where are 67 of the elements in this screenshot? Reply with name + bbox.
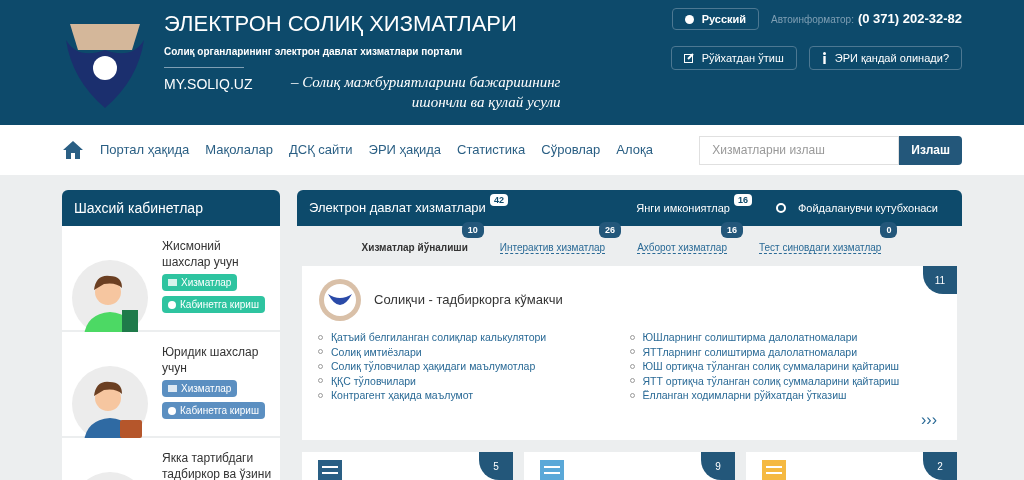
bullet-icon [629,392,635,398]
site-tagline: – Солиқ мажбуриятларини бажаришнинг ишончли ва қулай усули [289,73,561,112]
bullet-icon [318,349,323,355]
site-subtitle: Солиқ органларининг электрон давлат хизматлари портали [164,45,464,59]
count-badge: 9 [701,452,735,480]
count-badge: 2 [923,452,957,480]
bullet-icon [629,334,635,340]
featured-title: Солиқчи - тадбиркорга кўмакчи [374,291,563,310]
service-link[interactable]: ҚҚС тўловчилари [331,373,416,388]
phone-label: Автоинформатор: [771,12,854,27]
nav-link[interactable]: Алоқа [616,140,653,160]
bullet-icon [629,378,635,384]
cabinet-title: Жисмоний шахслар учун [162,238,240,270]
home-icon[interactable] [62,140,84,160]
more-link[interactable]: ››› [921,408,937,432]
count-badge: 42 [489,194,508,206]
register-button[interactable]: Рўйхатдан ўтиш [670,46,797,70]
site-domain: MY.SOLIQ.UZ [164,75,253,94]
panel-title: Электрон давлат хизматлари [309,199,486,218]
bullet-icon [318,334,323,340]
count-badge: 0 [880,222,898,238]
bullet-icon [629,363,635,369]
new-features-link[interactable]: Янги имкониятлар [636,199,730,217]
count-badge: 5 [479,452,513,480]
service-link[interactable]: ЮШ ортиқча тўланган солиқ суммаларини қайтариш [642,359,899,374]
site-title: ЭЛЕКТРОН СОЛИҚ ХИЗМАТЛАРИ [164,10,518,38]
phone-number: (0 371) 202-32-82 [857,10,962,29]
bullet-icon [629,349,635,355]
info-button[interactable]: ЭРИ қандай олинади? [808,46,962,70]
search-button[interactable]: Излаш [899,135,962,165]
library-link[interactable]: Фойдаланувчи кутубхонаси [797,199,938,217]
language-button[interactable]: Русский [671,8,760,30]
service-link[interactable]: Солиқ тўловчилар ҳақидаги маълумотлар [331,359,536,374]
nav-link[interactable]: Портал ҳақида [100,140,190,160]
services-link[interactable]: Хизматлар [162,380,238,397]
count-badge: 16 [733,194,752,206]
bullet-icon [318,378,323,384]
service-link[interactable]: Қатъий белгиланган солиқлар калькулятори [331,330,547,345]
service-tab[interactable]: Хизматлар йўналиши [361,242,468,253]
service-link[interactable]: ЯТТ ортиқча тўланган солиқ суммаларини қайтариш [642,373,900,388]
cabinet-title: Юридик шахслар учун [162,344,260,376]
service-tab[interactable]: Ахборот хизматлар [637,242,727,254]
edit-icon [683,53,694,63]
count-badge: 10 [461,222,484,238]
service-link[interactable]: Контрагент ҳақида маълумот [331,388,474,403]
service-tab[interactable]: Тест синовдаги хизматлар [758,242,882,254]
bullet-icon [318,392,323,398]
nav-link[interactable]: ДСҚ сайти [288,140,353,160]
nav-link[interactable]: Статистика [457,140,526,160]
login-link[interactable]: Кабинетга кириш [162,402,265,419]
nav-link[interactable]: Сўровлар [541,140,601,160]
service-link[interactable]: Ёлланган ходимларни рўйхатдан ўтказиш [642,388,847,403]
nav-link[interactable]: ЭРИ ҳақида [368,140,441,160]
nav-link[interactable]: Мақолалар [205,140,273,160]
bullet-icon [318,363,323,369]
panel-title: Шахсий кабинетлар [74,198,203,218]
service-link[interactable]: Солиқ имтиёзлари [331,344,422,359]
info-icon [821,52,827,64]
emblem-logo-icon [318,278,362,322]
service-link[interactable]: ЮШларнинг солиштирма далолатномалари [642,330,858,345]
count-badge: 26 [599,222,622,238]
count-badge: 11 [923,266,957,294]
count-badge: 16 [720,222,743,238]
cabinet-title: Якка тартибдаги тадбиркор ва ўзини [162,450,272,480]
service-link[interactable]: ЯТТларнинг солиштирма далолатномалари [642,344,858,359]
service-tab[interactable]: Интерактив хизматлар [499,242,606,254]
search-field[interactable]: Хизматларни излаш [699,135,900,165]
